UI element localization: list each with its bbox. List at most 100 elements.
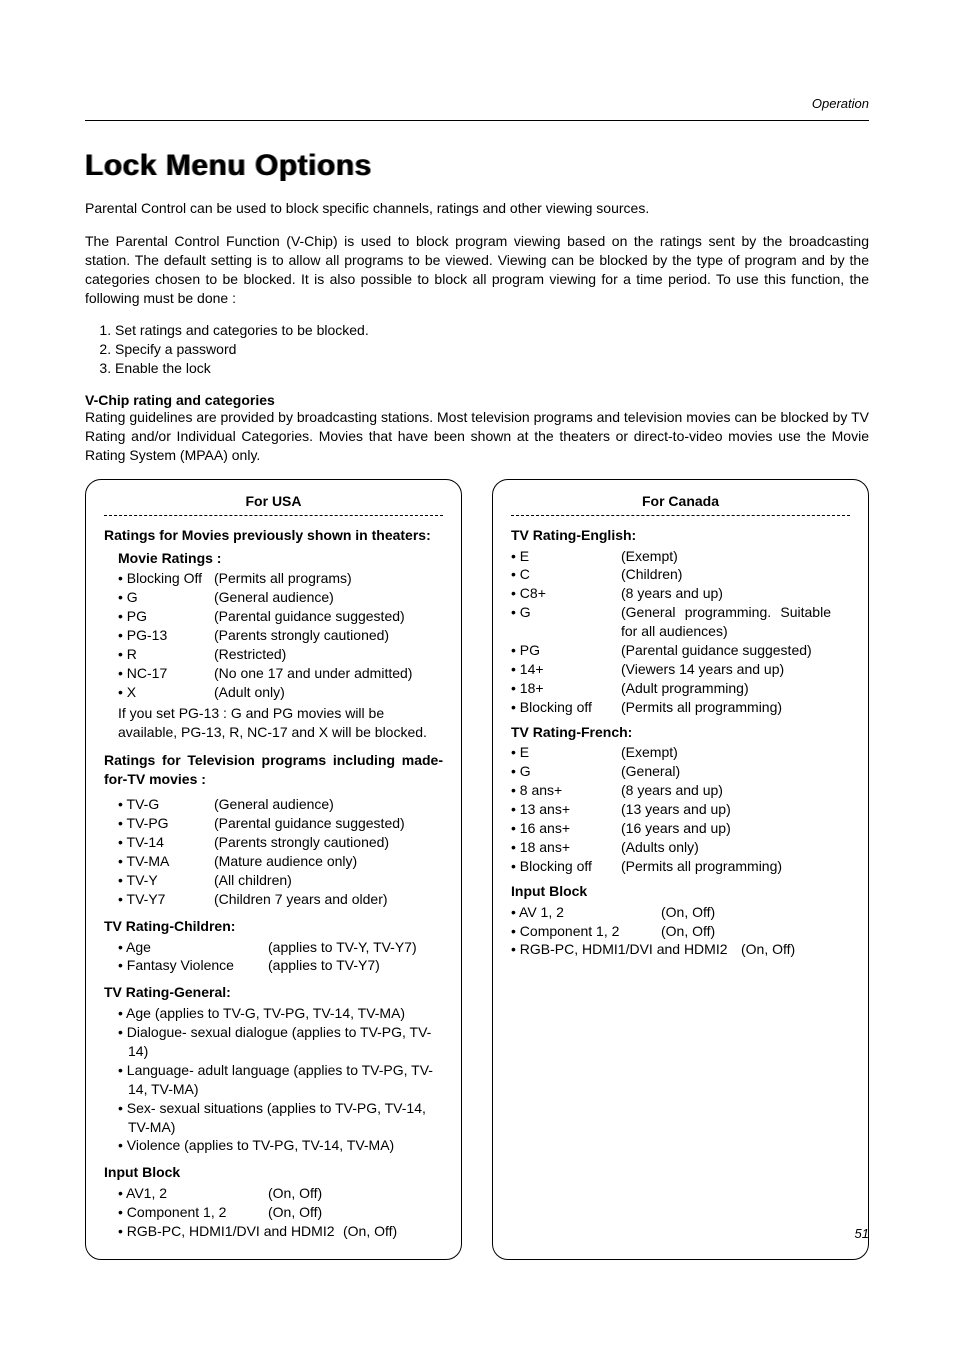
usa-movie-ratings-label: Movie Ratings : bbox=[104, 549, 443, 568]
canada-title: For Canada bbox=[511, 492, 850, 511]
rating-key: • PG-13 bbox=[118, 626, 214, 645]
rating-key: • 14+ bbox=[511, 660, 621, 679]
rating-key: • 8 ans+ bbox=[511, 781, 621, 800]
rating-val: (Parental guidance suggested) bbox=[621, 641, 812, 660]
rating-key: • PG bbox=[118, 607, 214, 626]
step-item: Enable the lock bbox=[115, 359, 869, 378]
rating-key: • TV-MA bbox=[118, 852, 214, 871]
rating-key: • E bbox=[511, 547, 621, 566]
rating-val: (General programming. Suitable for all a… bbox=[621, 603, 831, 641]
rating-key: • G bbox=[511, 603, 621, 622]
list-item: • Age (applies to TV-G, TV-PG, TV-14, TV… bbox=[118, 1004, 443, 1023]
usa-panel: For USA Ratings for Movies previously sh… bbox=[85, 479, 462, 1260]
rating-val: (Exempt) bbox=[621, 743, 678, 762]
rating-key: • G bbox=[118, 588, 214, 607]
rating-key: • RGB-PC, HDMI1/DVI and HDMI2 bbox=[511, 940, 741, 959]
page-title: Lock Menu Options bbox=[85, 149, 869, 183]
rating-val: (applies to TV-Y7) bbox=[268, 956, 380, 975]
rating-key: • TV-Y7 bbox=[118, 890, 214, 909]
steps-list: Set ratings and categories to be blocked… bbox=[115, 321, 869, 378]
rating-val: (Adult only) bbox=[214, 683, 285, 702]
rating-val: (Children) bbox=[621, 565, 682, 584]
header-rule bbox=[85, 120, 869, 121]
canada-fr-heading: TV Rating-French: bbox=[511, 723, 850, 742]
usa-tv-ratings: • TV-G(General audience) • TV-PG(Parenta… bbox=[104, 795, 443, 908]
usa-general-heading: TV Rating-General: bbox=[104, 983, 443, 1002]
usa-movie-note: If you set PG-13 : G and PG movies will … bbox=[118, 704, 443, 742]
rating-val: (8 years and up) bbox=[621, 781, 723, 800]
rating-val: (On, Off) bbox=[343, 1222, 397, 1241]
rating-val: (13 years and up) bbox=[621, 800, 731, 819]
rating-val: (Permits all programming) bbox=[621, 857, 782, 876]
rating-key: • C8+ bbox=[511, 584, 621, 603]
rating-val: (Adult programming) bbox=[621, 679, 749, 698]
rating-key: • X bbox=[118, 683, 214, 702]
rating-val: (Permits all programs) bbox=[214, 569, 352, 588]
rating-key: • 13 ans+ bbox=[511, 800, 621, 819]
canada-input-list: • AV 1, 2(On, Off) • Component 1, 2(On, … bbox=[511, 903, 850, 960]
rating-key: • Component 1, 2 bbox=[118, 1203, 268, 1222]
list-item: • Dialogue- sexual dialogue (applies to … bbox=[118, 1023, 443, 1061]
usa-children: • Age(applies to TV-Y, TV-Y7) • Fantasy … bbox=[104, 938, 443, 976]
page: Operation Lock Menu Options Parental Con… bbox=[0, 0, 954, 1351]
rating-key: • Component 1, 2 bbox=[511, 922, 661, 941]
rating-key: • E bbox=[511, 743, 621, 762]
rating-key: • Blocking off bbox=[511, 698, 621, 717]
canada-fr-list: • E(Exempt) • G(General) • 8 ans+(8 year… bbox=[511, 743, 850, 875]
rating-key: • AV1, 2 bbox=[118, 1184, 268, 1203]
rating-key: • Blocking Off bbox=[118, 569, 214, 588]
rating-val: (Parents strongly cautioned) bbox=[214, 833, 389, 852]
usa-movies-prev: Ratings for Movies previously shown in t… bbox=[104, 526, 443, 545]
rating-key: • TV-14 bbox=[118, 833, 214, 852]
rating-val: (On, Off) bbox=[268, 1184, 322, 1203]
usa-title: For USA bbox=[104, 492, 443, 511]
rating-key: • C bbox=[511, 565, 621, 584]
rating-val: (All children) bbox=[214, 871, 292, 890]
rating-key: • TV-PG bbox=[118, 814, 214, 833]
rating-key: • G bbox=[511, 762, 621, 781]
rating-val: (Adults only) bbox=[621, 838, 699, 857]
section-label: Operation bbox=[812, 96, 869, 111]
rating-val: (Parental guidance suggested) bbox=[214, 607, 405, 626]
rating-val: (applies to TV-Y, TV-Y7) bbox=[268, 938, 417, 957]
usa-children-heading: TV Rating-Children: bbox=[104, 917, 443, 936]
rating-val: (Viewers 14 years and up) bbox=[621, 660, 784, 679]
canada-eng-heading: TV Rating-English: bbox=[511, 526, 850, 545]
list-item: • Language- adult language (applies to T… bbox=[118, 1061, 443, 1099]
rating-key: • 16 ans+ bbox=[511, 819, 621, 838]
rating-key: • TV-G bbox=[118, 795, 214, 814]
canada-eng-list: • E(Exempt) • C(Children) • C8+(8 years … bbox=[511, 547, 850, 717]
rating-val: (8 years and up) bbox=[621, 584, 723, 603]
rating-val: (On, Off) bbox=[661, 903, 715, 922]
intro-paragraph-1: Parental Control can be used to block sp… bbox=[85, 199, 869, 218]
canada-panel: For Canada TV Rating-English: • E(Exempt… bbox=[492, 479, 869, 1260]
rating-val: (Permits all programming) bbox=[621, 698, 782, 717]
rating-key: • Age bbox=[118, 938, 268, 957]
canada-divider bbox=[511, 515, 850, 516]
rating-val: (On, Off) bbox=[661, 922, 715, 941]
list-item: • Violence (applies to TV-PG, TV-14, TV-… bbox=[118, 1136, 443, 1155]
rating-val: (Children 7 years and older) bbox=[214, 890, 388, 909]
step-item: Set ratings and categories to be blocked… bbox=[115, 321, 869, 340]
rating-val: (On, Off) bbox=[268, 1203, 322, 1222]
intro-paragraph-2: The Parental Control Function (V-Chip) i… bbox=[85, 232, 869, 308]
list-item: • Sex- sexual situations (applies to TV-… bbox=[118, 1099, 443, 1137]
rating-key: • NC-17 bbox=[118, 664, 214, 683]
usa-tv-heading: Ratings for Television programs includin… bbox=[104, 751, 443, 789]
usa-input-heading: Input Block bbox=[104, 1163, 443, 1182]
rating-val: (Restricted) bbox=[214, 645, 286, 664]
rating-val: (Parents strongly cautioned) bbox=[214, 626, 389, 645]
usa-general-list: • Age (applies to TV-G, TV-PG, TV-14, TV… bbox=[118, 1004, 443, 1155]
rating-val: (General audience) bbox=[214, 795, 334, 814]
rating-val: (16 years and up) bbox=[621, 819, 731, 838]
rating-val: (Exempt) bbox=[621, 547, 678, 566]
rating-key: • 18+ bbox=[511, 679, 621, 698]
rating-key: • Blocking off bbox=[511, 857, 621, 876]
page-number: 51 bbox=[855, 1226, 869, 1241]
canada-input-heading: Input Block bbox=[511, 882, 850, 901]
rating-key: • RGB-PC, HDMI1/DVI and HDMI2 bbox=[118, 1222, 343, 1241]
vchip-body: Rating guidelines are provided by broadc… bbox=[85, 408, 869, 465]
rating-key: • Fantasy Violence bbox=[118, 956, 268, 975]
vchip-heading: V-Chip rating and categories bbox=[85, 392, 869, 408]
step-item: Specify a password bbox=[115, 340, 869, 359]
